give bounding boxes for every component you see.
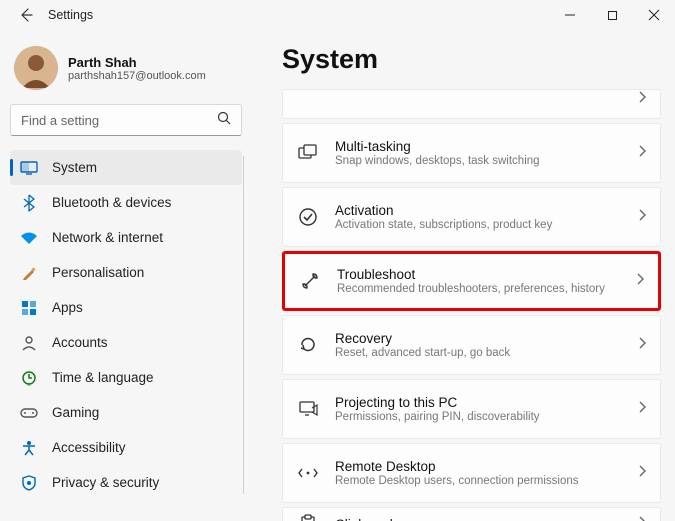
multitask-icon	[297, 142, 319, 164]
panel-description: Snap windows, desktops, task switching	[335, 155, 622, 167]
sidebar-item-accessibility[interactable]: Accessibility	[10, 430, 242, 465]
sidebar-item-personalisation[interactable]: Personalisation	[10, 255, 242, 290]
minimize-button[interactable]	[549, 0, 591, 30]
sidebar-item-network[interactable]: Network & internet	[10, 220, 242, 255]
chevron-right-icon	[638, 208, 646, 226]
panel-title: Multi-tasking	[335, 139, 622, 154]
panel-text: TroubleshootRecommended troubleshooters,…	[337, 267, 620, 295]
panel-text: Multi-taskingSnap windows, desktops, tas…	[335, 139, 622, 167]
sidebar-item-privacy[interactable]: Privacy & security	[10, 465, 242, 500]
sidebar: Parth Shah parthshah157@outlook.com Syst…	[0, 30, 252, 521]
sidebar-item-label: Gaming	[52, 405, 99, 420]
profile-text: Parth Shah parthshah157@outlook.com	[68, 55, 206, 82]
panel-recovery[interactable]: RecoveryReset, advanced start-up, go bac…	[282, 315, 661, 375]
profile-block[interactable]: Parth Shah parthshah157@outlook.com	[10, 40, 242, 104]
remote-icon	[297, 462, 319, 484]
panel-description: Activation state, subscriptions, product…	[335, 219, 622, 231]
apps-icon	[20, 299, 38, 317]
panel-text: RecoveryReset, advanced start-up, go bac…	[335, 331, 622, 359]
svg-text:文: 文	[26, 382, 32, 386]
sidebar-item-label: Network & internet	[52, 230, 163, 245]
chevron-right-icon	[638, 90, 646, 108]
chevron-right-icon	[638, 336, 646, 354]
accessibility-icon	[20, 439, 38, 457]
sidebar-item-system[interactable]: System	[10, 150, 242, 185]
panel-description: Remote Desktop users, connection permiss…	[335, 475, 622, 487]
panel-troubleshoot[interactable]: TroubleshootRecommended troubleshooters,…	[282, 251, 661, 311]
accounts-icon	[20, 334, 38, 352]
profile-name: Parth Shah	[68, 55, 206, 70]
search-box[interactable]	[10, 104, 242, 136]
page-title: System	[282, 44, 661, 75]
panel-title: Troubleshoot	[337, 267, 620, 282]
panel-clipboard[interactable]: Clipboard	[282, 507, 661, 521]
sidebar-item-bluetooth[interactable]: Bluetooth & devices	[10, 185, 242, 220]
sidebar-item-label: Accounts	[52, 335, 108, 350]
window-title: Settings	[48, 8, 93, 22]
sidebar-item-apps[interactable]: Apps	[10, 290, 242, 325]
panel-list: Discoverability, received files location…	[282, 89, 661, 521]
sidebar-item-label: Privacy & security	[52, 475, 159, 490]
panel-description: Permissions, pairing PIN, discoverabilit…	[335, 411, 622, 423]
search-input[interactable]	[21, 113, 217, 128]
search-icon	[217, 111, 231, 130]
sidebar-item-accounts[interactable]: Accounts	[10, 325, 242, 360]
back-button[interactable]	[12, 1, 40, 29]
back-arrow-icon	[19, 8, 33, 22]
panel-text: ActivationActivation state, subscription…	[335, 203, 622, 231]
system-icon	[20, 159, 38, 177]
maximize-button[interactable]	[591, 0, 633, 30]
recovery-icon	[297, 334, 319, 356]
projecting-icon	[297, 398, 319, 420]
gaming-icon	[20, 404, 38, 422]
chevron-right-icon	[638, 400, 646, 418]
troubleshoot-icon	[299, 270, 321, 292]
panel-title: Activation	[335, 203, 622, 218]
personalisation-icon	[20, 264, 38, 282]
avatar	[14, 46, 58, 90]
sidebar-item-time[interactable]: 文 Time & language	[10, 360, 242, 395]
panel-remote[interactable]: Remote DesktopRemote Desktop users, conn…	[282, 443, 661, 503]
main-content: System Discoverability, received files l…	[252, 30, 675, 521]
chevron-right-icon	[636, 272, 644, 290]
time-icon: 文	[20, 369, 38, 387]
sidebar-item-label: System	[52, 160, 97, 175]
clipboard-icon	[297, 513, 319, 521]
panel-title: Remote Desktop	[335, 459, 622, 474]
panel-text: Remote DesktopRemote Desktop users, conn…	[335, 459, 622, 487]
chevron-right-icon	[638, 464, 646, 482]
sidebar-item-label: Apps	[52, 300, 83, 315]
chevron-right-icon	[638, 144, 646, 162]
close-button[interactable]	[633, 0, 675, 30]
panel-description: Recommended troubleshooters, preferences…	[337, 283, 620, 295]
panel-projecting[interactable]: Projecting to this PCPermissions, pairin…	[282, 379, 661, 439]
panel-title: Recovery	[335, 331, 622, 346]
panel-title: Clipboard	[335, 517, 622, 521]
panel-minus[interactable]: Discoverability, received files location	[282, 89, 661, 119]
panel-activation[interactable]: ActivationActivation state, subscription…	[282, 187, 661, 247]
panel-multitask[interactable]: Multi-taskingSnap windows, desktops, tas…	[282, 123, 661, 183]
nav-list: System Bluetooth & devices Network & inter…	[10, 150, 242, 500]
panel-text: Clipboard	[335, 517, 622, 521]
sidebar-item-label: Personalisation	[52, 265, 144, 280]
minus-icon	[297, 89, 319, 92]
panel-description: Reset, advanced start-up, go back	[335, 347, 622, 359]
activation-icon	[297, 206, 319, 228]
sidebar-item-label: Time & language	[52, 370, 154, 385]
sidebar-item-label: Bluetooth & devices	[52, 195, 171, 210]
titlebar: Settings	[0, 0, 675, 30]
network-icon	[20, 229, 38, 247]
panel-text: Projecting to this PCPermissions, pairin…	[335, 395, 622, 423]
chevron-right-icon	[638, 515, 646, 521]
profile-email: parthshah157@outlook.com	[68, 70, 206, 82]
privacy-icon	[20, 474, 38, 492]
window-controls	[549, 0, 675, 30]
sidebar-item-gaming[interactable]: Gaming	[10, 395, 242, 430]
sidebar-item-label: Accessibility	[52, 440, 126, 455]
panel-title: Projecting to this PC	[335, 395, 622, 410]
bluetooth-icon	[20, 194, 38, 212]
